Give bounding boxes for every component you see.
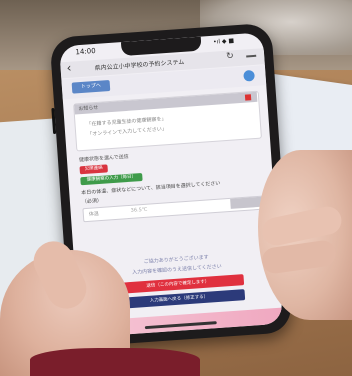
notice-close-icon[interactable] [244,94,252,101]
badge-health-check[interactable]: 健康観察の入力（毎日） [80,172,143,186]
form-subtitle: 健康状態を選んで送信 [78,153,129,164]
phone-side-button [51,107,57,135]
back-arrow-icon[interactable]: ‹ [66,61,72,75]
refresh-icon[interactable]: ↻ [226,51,234,62]
temperature-value: 36.5℃ [130,206,148,214]
form-required-label: （必須） [81,197,103,206]
notice-title: お知らせ [78,104,99,113]
photo-scene: 14:00 •ıl ◆ ■ ‹ 県内公立小中学校の予約システム ↻ トップへ お… [0,0,352,376]
badge-absence[interactable]: 欠席連絡 [79,164,108,175]
sleeve [30,348,200,376]
temperature-label: 体温 [88,211,100,218]
status-time: 14:00 [75,46,96,57]
status-signal-icon: •ıl ◆ ■ [212,37,235,46]
